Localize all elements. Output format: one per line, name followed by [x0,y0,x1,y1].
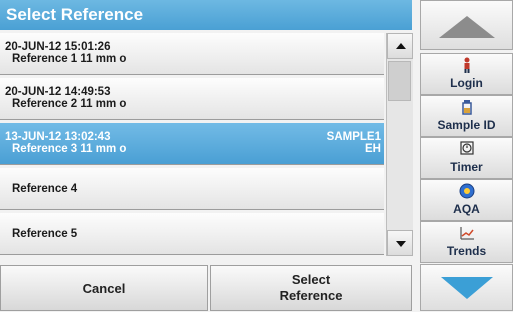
cancel-button[interactable]: Cancel [0,265,208,311]
login-button[interactable]: Login [420,53,513,95]
select-reference-button[interactable]: Select Reference [210,265,412,311]
select-reference-screen: Select Reference 20-JUN-12 15:01:26 Refe… [0,0,513,311]
scroll-down-button[interactable] [387,230,413,256]
select-button-line1: Select [291,272,331,287]
scrollbar-thumb[interactable] [388,61,411,101]
trends-label: Trends [446,244,487,258]
arrow-up-icon [396,43,406,49]
reference-datetime: 20-JUN-12 14:49:53 [5,86,111,98]
page-up-arrow-icon [439,16,495,38]
sample-bottle-icon [421,99,512,117]
reference-extra: EH [365,143,381,155]
aqa-button[interactable]: AQA [420,179,513,221]
page-down-button[interactable] [420,264,513,311]
reference-name: Reference 4 [12,183,78,195]
reference-name: Reference 2 11 mm o [12,98,127,110]
sample-id-button[interactable]: Sample ID [420,95,513,137]
reference-name: Reference 1 11 mm o [12,53,127,65]
reference-name: Reference 5 [12,228,78,240]
list-scrollbar[interactable] [386,33,413,256]
reference-datetime: 20-JUN-12 15:01:26 [5,41,111,53]
reference-sample-id: SAMPLE1 [326,131,381,143]
scroll-up-button[interactable] [387,33,413,59]
reference-row-4[interactable]: Reference 4 [0,168,384,210]
aqa-label: AQA [453,202,480,216]
aqa-globe-icon [421,183,512,201]
reference-row-2[interactable]: 20-JUN-12 14:49:53 Reference 2 11 mm o [0,78,384,120]
trends-button[interactable]: Trends [420,221,513,263]
person-icon [421,57,512,75]
reference-row-5[interactable]: Reference 5 [0,213,384,255]
timer-label: Timer [450,160,483,174]
side-panel: Login Sample ID Timer AQA Trends [420,0,513,311]
timer-icon [421,141,512,159]
trend-chart-icon [421,225,512,243]
select-button-line2: Reference [279,288,343,303]
reference-row-1[interactable]: 20-JUN-12 15:01:26 Reference 1 11 mm o [0,33,384,75]
timer-button[interactable]: Timer [420,137,513,179]
reference-row-3-selected[interactable]: 13-JUN-12 13:02:43 Reference 3 11 mm o S… [0,123,384,165]
login-label: Login [450,76,483,90]
page-down-arrow-icon [441,277,493,299]
arrow-down-icon [396,241,406,247]
page-title: Select Reference [0,0,412,30]
reference-datetime: 13-JUN-12 13:02:43 [5,131,111,143]
page-up-button[interactable] [420,0,513,50]
sample-id-label: Sample ID [437,118,496,132]
reference-name: Reference 3 11 mm o [12,143,127,155]
reference-list: 20-JUN-12 15:01:26 Reference 1 11 mm o 2… [0,33,384,256]
